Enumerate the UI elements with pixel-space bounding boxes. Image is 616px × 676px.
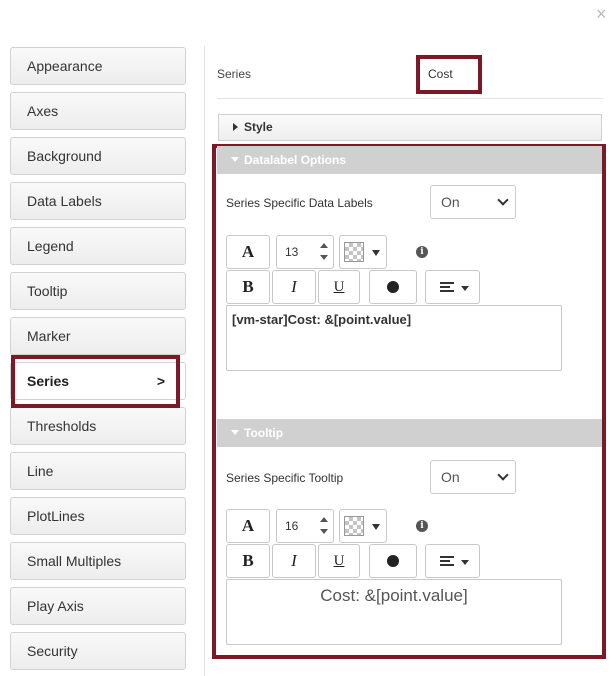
tooltip-header[interactable]: Tooltip <box>217 419 602 447</box>
sidebar-item-marker[interactable]: Marker <box>10 317 186 355</box>
sidebar-selection-highlight <box>11 355 180 408</box>
font-color-button[interactable] <box>369 544 417 578</box>
tooltip-toggle-value: On <box>441 469 460 485</box>
bold-button[interactable]: B <box>226 544 270 578</box>
sidebar-item-label: Background <box>27 148 102 164</box>
tooltip-section-title: Tooltip <box>244 426 284 440</box>
font-icon: A <box>241 516 255 535</box>
spin-down-icon[interactable] <box>317 251 331 265</box>
series-specific-tooltip-label: Series Specific Tooltip <box>226 471 344 485</box>
sidebar-item-label: Data Labels <box>27 193 102 209</box>
sidebar-item-label: Axes <box>27 103 59 119</box>
vertical-divider <box>204 46 205 676</box>
data-labels-toggle-select[interactable]: On <box>430 185 516 219</box>
sidebar-item-label: PlotLines <box>27 508 85 524</box>
data-label-format-text: [vm-star]Cost: &[point.value] <box>232 312 412 327</box>
background-color-picker[interactable] <box>339 235 387 269</box>
text-align-dropdown[interactable] <box>425 544 480 578</box>
font-size-stepper[interactable]: 13 <box>276 235 334 269</box>
tooltip-format-text: Cost: &[point.value] <box>320 586 468 605</box>
sidebar-item-label: Security <box>27 643 78 659</box>
caret-down-icon <box>231 430 239 435</box>
caret-down-icon <box>372 524 380 530</box>
italic-button[interactable]: I <box>272 270 316 304</box>
caret-right-icon <box>233 123 238 131</box>
tooltip-format-textarea[interactable]: Cost: &[point.value] <box>226 579 562 645</box>
bold-icon: B <box>242 277 254 296</box>
italic-button[interactable]: I <box>272 544 316 578</box>
font-color-button[interactable] <box>369 270 417 304</box>
sidebar-item-axes[interactable]: Axes <box>10 92 186 130</box>
sidebar-item-label: Legend <box>27 238 74 254</box>
color-dot-icon <box>387 555 399 567</box>
underline-button[interactable]: U <box>318 270 360 304</box>
transparent-swatch-icon <box>344 516 364 536</box>
sidebar-item-label: Small Multiples <box>27 553 122 569</box>
series-value: Cost <box>428 67 453 81</box>
caret-down-icon <box>231 157 239 162</box>
font-size-stepper[interactable]: 16 <box>276 509 334 543</box>
sidebar-item-background[interactable]: Background <box>10 137 186 175</box>
font-family-button[interactable]: A <box>226 235 270 269</box>
sidebar-item-label: Appearance <box>27 58 103 74</box>
caret-down-icon <box>461 560 469 565</box>
sidebar-item-data-labels[interactable]: Data Labels <box>10 182 186 220</box>
data-label-format-textarea[interactable]: [vm-star]Cost: &[point.value] <box>226 305 562 371</box>
series-specific-data-labels-label: Series Specific Data Labels <box>226 196 373 210</box>
spin-down-icon[interactable] <box>317 525 331 539</box>
caret-down-icon <box>461 286 469 291</box>
sidebar-item-appearance[interactable]: Appearance <box>10 47 186 85</box>
info-icon[interactable]: i <box>416 246 428 258</box>
sidebar-item-label: Marker <box>27 328 71 344</box>
sidebar-item-label: Thresholds <box>27 418 97 434</box>
sidebar-item-line[interactable]: Line <box>10 452 186 490</box>
sidebar-item-small-multiples[interactable]: Small Multiples <box>10 542 186 580</box>
font-family-button[interactable]: A <box>226 509 270 543</box>
underline-icon: U <box>333 279 345 295</box>
underline-button[interactable]: U <box>318 544 360 578</box>
align-left-icon <box>440 556 454 566</box>
background-color-picker[interactable] <box>339 509 387 543</box>
datalabel-options-header[interactable]: Datalabel Options <box>217 146 602 174</box>
close-icon[interactable]: × <box>596 4 607 25</box>
tooltip-toggle-select[interactable]: On <box>430 460 516 494</box>
sidebar-item-label: Play Axis <box>27 598 84 614</box>
caret-down-icon <box>372 250 380 256</box>
sidebar-item-label: Line <box>27 463 54 479</box>
sidebar-item-label: Tooltip <box>27 283 68 299</box>
datalabel-options-title: Datalabel Options <box>244 153 347 167</box>
chevron-down-icon <box>497 194 509 206</box>
series-selector[interactable]: Cost <box>416 55 482 94</box>
sidebar-item-play-axis[interactable]: Play Axis <box>10 587 186 625</box>
series-label: Series <box>217 67 252 81</box>
bold-icon: B <box>242 551 254 570</box>
sidebar-item-security[interactable]: Security <box>10 632 186 670</box>
sidebar-item-plotlines[interactable]: PlotLines <box>10 497 186 535</box>
underline-icon: U <box>333 553 345 569</box>
align-left-icon <box>440 282 454 292</box>
color-dot-icon <box>387 281 399 293</box>
data-labels-toggle-value: On <box>441 194 460 210</box>
font-size-value: 13 <box>285 245 299 259</box>
transparent-swatch-icon <box>344 242 364 262</box>
text-align-dropdown[interactable] <box>425 270 480 304</box>
bold-button[interactable]: B <box>226 270 270 304</box>
style-section-header[interactable]: Style <box>218 114 602 141</box>
info-icon[interactable]: i <box>416 520 428 532</box>
sidebar-item-thresholds[interactable]: Thresholds <box>10 407 186 445</box>
sidebar-item-tooltip[interactable]: Tooltip <box>10 272 186 310</box>
sidebar-item-legend[interactable]: Legend <box>10 227 186 265</box>
italic-icon: I <box>291 277 297 296</box>
chevron-down-icon <box>497 469 509 481</box>
style-section-title: Style <box>244 120 273 134</box>
italic-icon: I <box>291 551 297 570</box>
font-size-value: 16 <box>285 519 299 533</box>
divider <box>217 98 603 99</box>
font-icon: A <box>241 242 255 261</box>
